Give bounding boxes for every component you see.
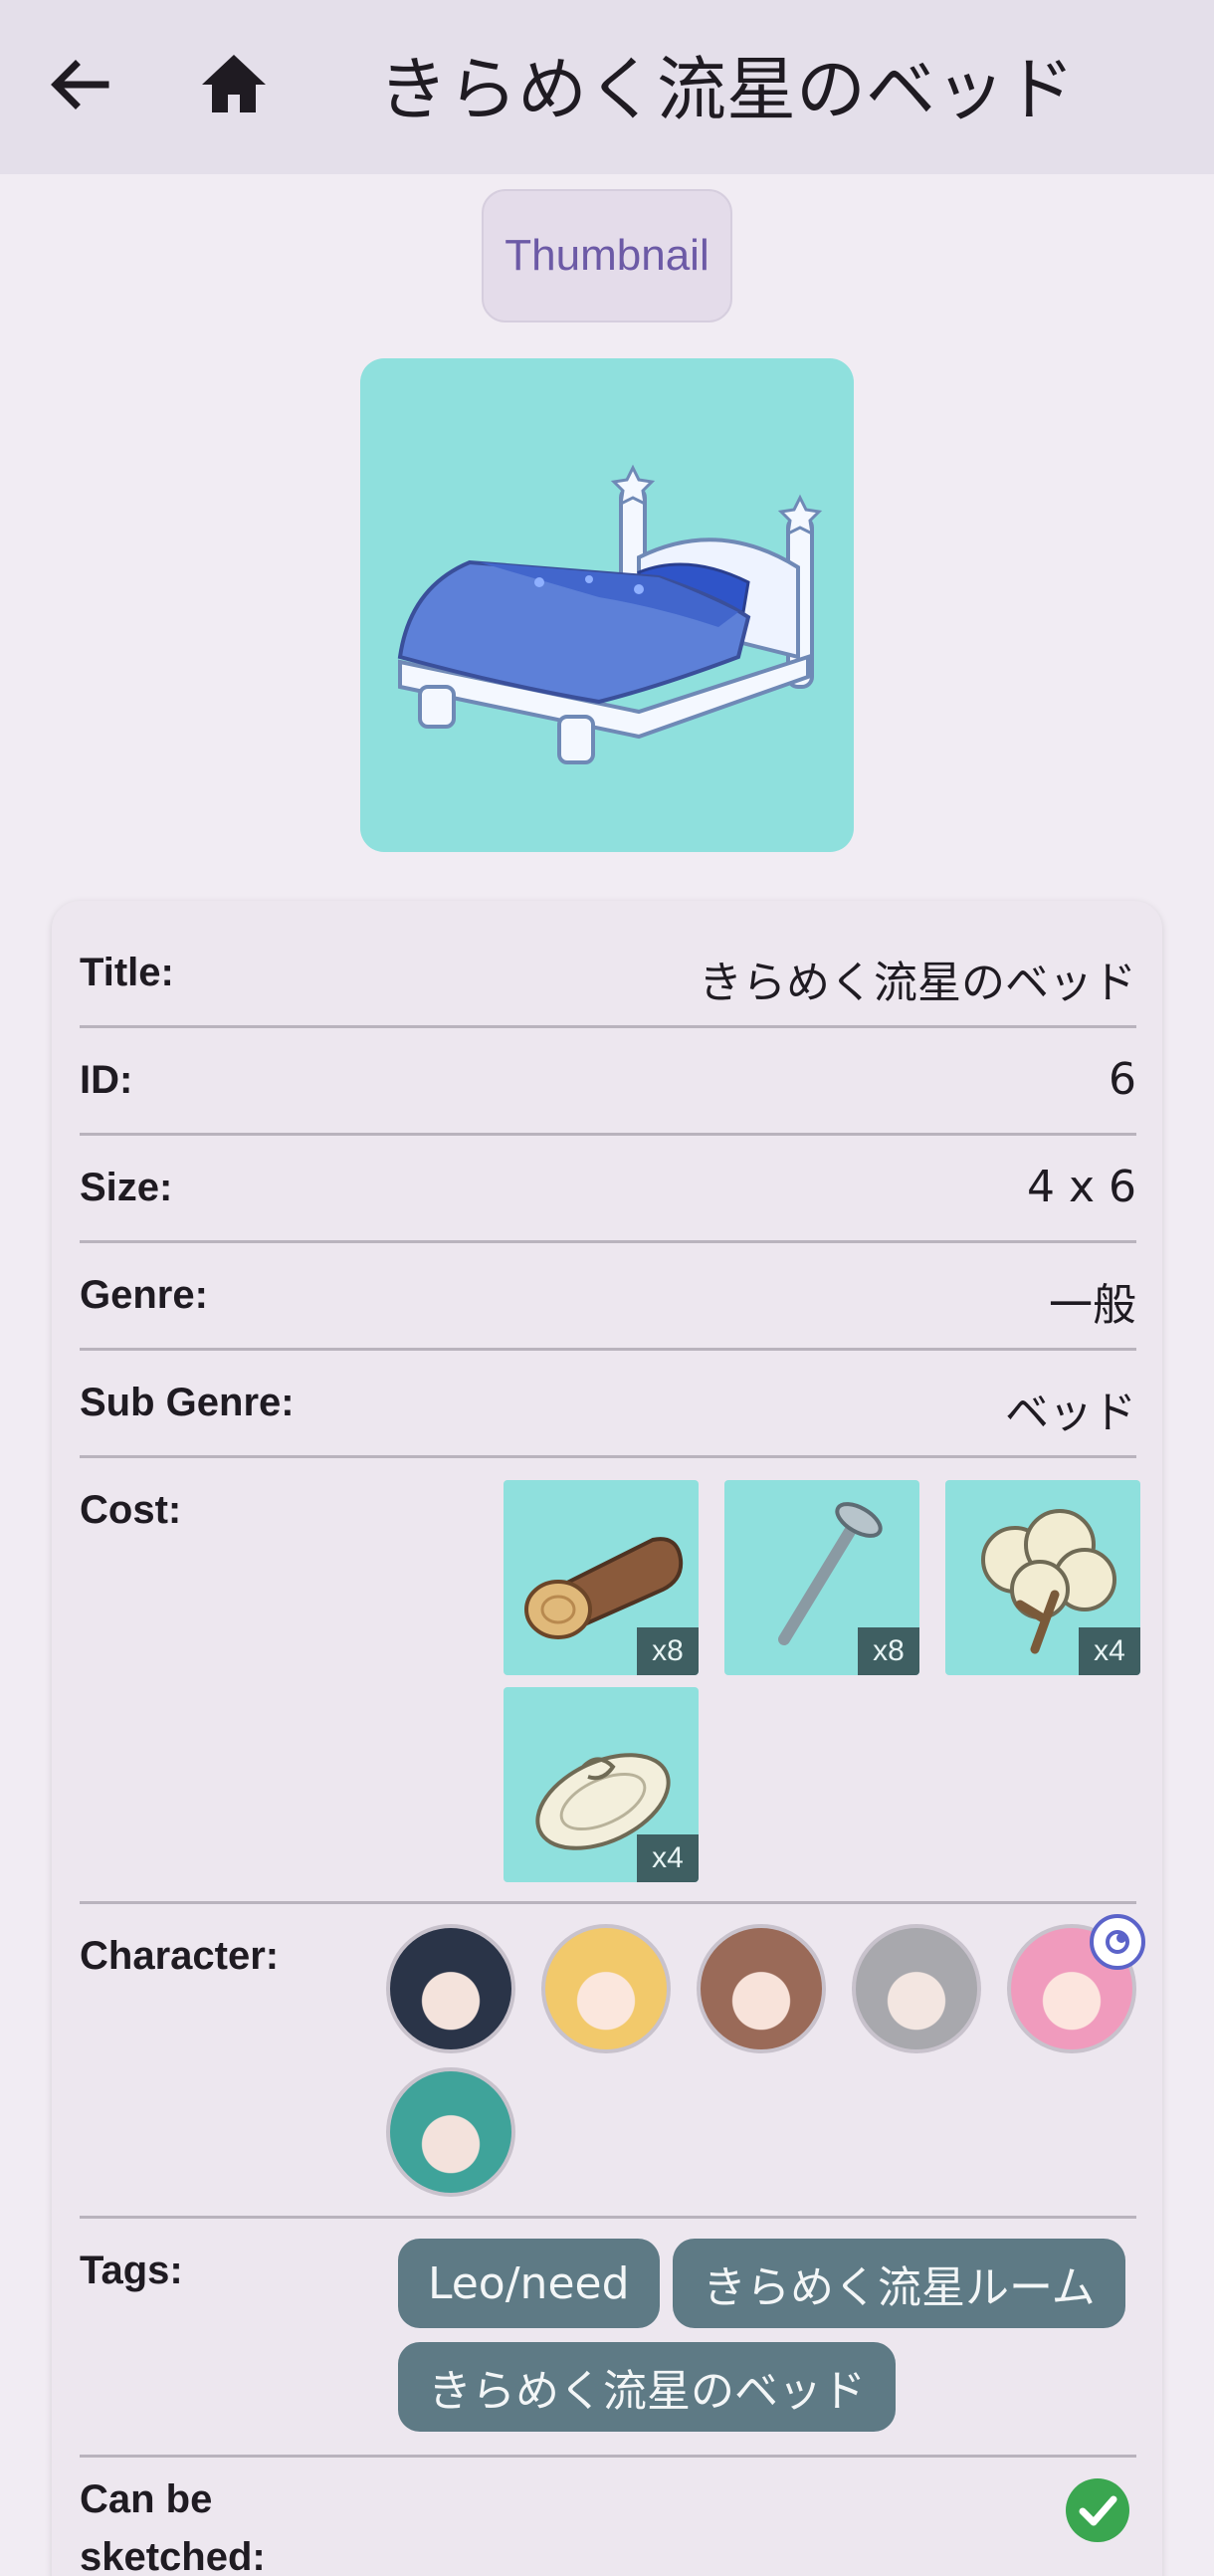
size-value: 4 x 6 <box>1027 1162 1136 1212</box>
subgenre-label: Sub Genre: <box>80 1381 295 1424</box>
page-title: きらめく流星のベッド <box>378 49 1075 130</box>
title-value: きらめく流星のベッド <box>699 958 1136 1008</box>
thumbnail-button[interactable]: Thumbnail <box>482 189 732 322</box>
sketch-label-line2: sketched: <box>80 2535 266 2576</box>
tag-chip[interactable]: きらめく流星のベッド <box>398 2342 896 2432</box>
cost-qty: x8 <box>858 1627 919 1675</box>
cost-item-cotton[interactable]: x4 <box>945 1480 1140 1675</box>
details-card: Title: きらめく流星のベッド ID: 6 Size: 4 x 6 Genr… <box>52 901 1162 2576</box>
sketch-label-line1: Can be <box>80 2477 213 2521</box>
tags-row: Tags: Leo/need きらめく流星ルーム きらめく流星のベッド <box>80 2219 1136 2458</box>
size-row: Size: 4 x 6 <box>80 1136 1136 1243</box>
character-4-avatar[interactable] <box>852 1924 981 2053</box>
genre-row: Genre: 一般 <box>80 1243 1136 1351</box>
title-label: Title: <box>80 951 174 994</box>
id-label: ID: <box>80 1058 133 1102</box>
character-row: Character: <box>80 1904 1145 2219</box>
sketch-row: Can be sketched: <box>80 2477 1136 2576</box>
character-label: Character: <box>80 1934 280 1978</box>
home-icon[interactable] <box>194 45 274 124</box>
tag-chip[interactable]: Leo/need <box>398 2239 660 2328</box>
cost-item-wood[interactable]: x8 <box>504 1480 699 1675</box>
cost-qty: x4 <box>1079 1627 1140 1675</box>
tag-chip[interactable]: きらめく流星ルーム <box>673 2239 1125 2328</box>
genre-value: 一般 <box>1049 1280 1136 1331</box>
tags-label: Tags: <box>80 2249 183 2292</box>
cost-label: Cost: <box>80 1488 182 1532</box>
character-6-avatar[interactable] <box>386 2067 515 2197</box>
character-2-avatar[interactable] <box>541 1924 671 2053</box>
subgenre-row: Sub Genre: ベッド <box>80 1351 1136 1458</box>
subgenre-value: ベッド <box>1005 1388 1136 1438</box>
character-1-avatar[interactable] <box>386 1924 515 2053</box>
title-row: Title: きらめく流星のベッド <box>80 921 1136 1028</box>
virtual-singer-badge-icon <box>1090 1914 1145 1970</box>
bed-thumbnail-image <box>360 358 854 852</box>
cost-row: Cost: x8 x8 x4 x4 <box>80 1458 1140 1904</box>
cost-qty: x4 <box>637 1834 699 1882</box>
id-row: ID: 6 <box>80 1028 1136 1136</box>
check-circle-icon <box>1065 2477 1130 2547</box>
cost-item-rope[interactable]: x4 <box>504 1687 699 1882</box>
app-bar: きらめく流星のベッド <box>0 0 1214 174</box>
genre-label: Genre: <box>80 1273 208 1317</box>
character-3-avatar[interactable] <box>697 1924 826 2053</box>
arrow-left-icon[interactable] <box>40 45 119 124</box>
cost-item-nail[interactable]: x8 <box>724 1480 919 1675</box>
id-value: 6 <box>1109 1054 1136 1105</box>
cost-qty: x8 <box>637 1627 699 1675</box>
size-label: Size: <box>80 1166 173 1209</box>
